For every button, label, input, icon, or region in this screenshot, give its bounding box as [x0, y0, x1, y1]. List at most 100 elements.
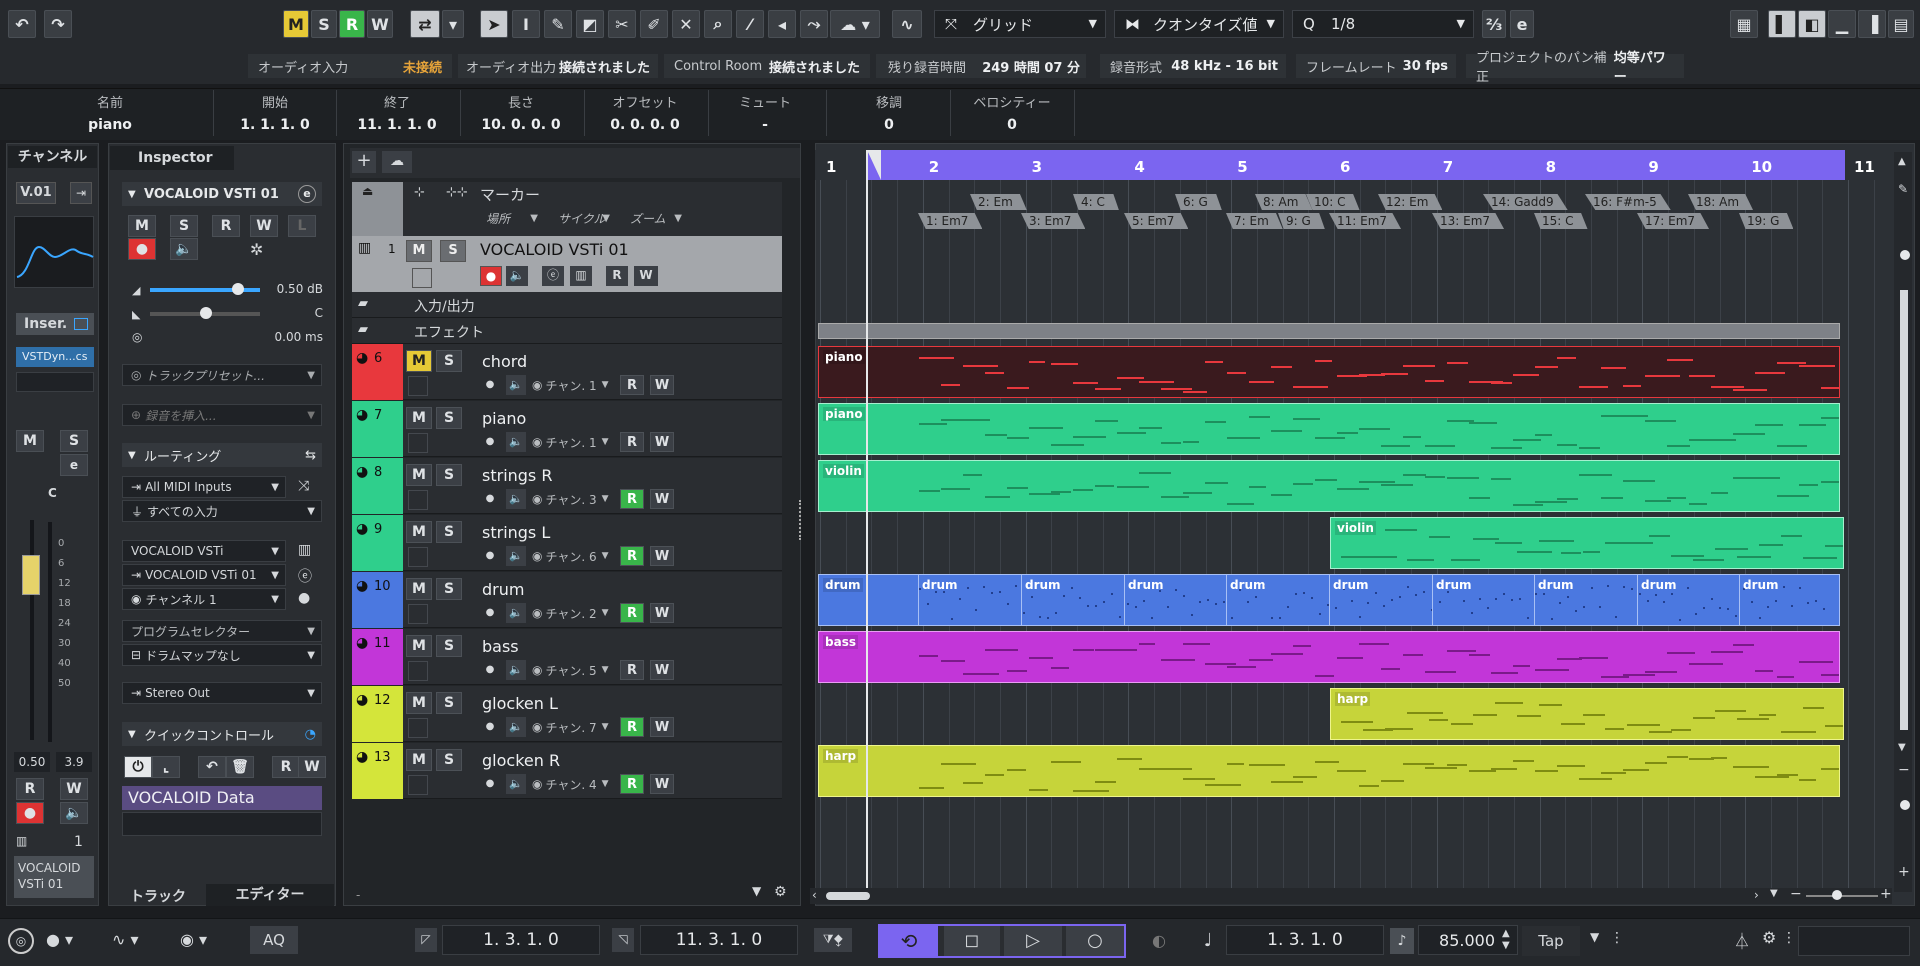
record-enable-icon[interactable]: ●: [480, 603, 500, 623]
vocaloid-lane-toggle[interactable]: [412, 268, 432, 288]
zoom-out-icon[interactable]: −: [1898, 762, 1910, 778]
track-name[interactable]: chord: [482, 352, 527, 371]
track-lane-toggle[interactable]: [408, 547, 428, 567]
track-row[interactable]: ◕ 13 M S glocken R ● 🔈 ◉ チャン. 4 ▼ R W: [352, 743, 782, 799]
chord-event[interactable]: 3: Em7: [1021, 213, 1086, 229]
freeze-icon[interactable]: ✲: [250, 240, 263, 259]
track-lane-toggle[interactable]: [408, 661, 428, 681]
metronome-icon[interactable]: ⏃: [1734, 928, 1750, 952]
track-lane-toggle[interactable]: [408, 433, 428, 453]
chord-event[interactable]: 18: Am: [1688, 194, 1754, 210]
quantize-type-select[interactable]: ⧓ クオンタイズ値 ▼: [1114, 10, 1284, 38]
channel-read-button[interactable]: R: [16, 778, 44, 800]
track-write-button[interactable]: W: [650, 432, 674, 452]
pencil-tool-icon[interactable]: ✎: [544, 10, 572, 38]
chevron-down-icon[interactable]: ▼: [1590, 930, 1599, 944]
mute-button[interactable]: M: [283, 10, 309, 38]
left-locator-icon[interactable]: ◸: [415, 928, 437, 952]
chord-event[interactable]: 6: G: [1175, 194, 1222, 210]
vocaloid-part[interactable]: [818, 323, 1840, 339]
pointer-tool-icon[interactable]: ➤: [480, 10, 508, 38]
inspector-lock-button[interactable]: L: [288, 215, 316, 237]
scroll-up-icon[interactable]: ▲: [1898, 156, 1906, 167]
inspector-monitor-icon[interactable]: 🔈: [170, 238, 198, 260]
quick-controls-header[interactable]: ▼ クイックコントロール ◔: [122, 722, 322, 746]
track-solo-button[interactable]: S: [436, 749, 462, 771]
drumstick-tool-icon[interactable]: ⤳: [800, 10, 828, 38]
midi-channel-select[interactable]: ◉ チャン. 4 ▼: [532, 774, 614, 794]
channel-edit-icon[interactable]: e: [60, 454, 88, 476]
qc-slot-empty[interactable]: [122, 812, 322, 836]
midi-channel-select[interactable]: ◉ チャン. 1 ▼: [532, 375, 614, 395]
lower-zone-icon[interactable]: ▁: [1828, 10, 1856, 38]
marker-add-icon[interactable]: ⊹: [414, 185, 425, 200]
row-zoom-knob[interactable]: [1900, 800, 1910, 810]
autoscroll-icon[interactable]: ⇄: [410, 10, 440, 38]
channel-fader[interactable]: [22, 555, 40, 595]
chord-event[interactable]: 13: Em7: [1432, 213, 1505, 229]
tempo-stepper-icon[interactable]: ▲ ▼: [1502, 928, 1510, 952]
info-name[interactable]: 名前 piano: [10, 92, 210, 133]
insert-bypass-icon[interactable]: [74, 318, 88, 330]
track-read-button[interactable]: R: [620, 660, 644, 680]
track-name[interactable]: strings L: [482, 523, 550, 542]
marker-place-select[interactable]: 場所 ▼: [478, 208, 544, 228]
track-write-button[interactable]: W: [650, 375, 674, 395]
monitor-icon[interactable]: 🔈: [60, 802, 88, 824]
scroll-left-icon[interactable]: ‹: [812, 888, 817, 902]
track-lane-toggle[interactable]: [408, 775, 428, 795]
track-mute-button[interactable]: M: [406, 521, 432, 543]
quantize-presets-icon[interactable]: e: [1510, 10, 1534, 38]
record-enable-icon[interactable]: ●: [480, 717, 500, 737]
midi-part[interactable]: harp: [818, 745, 1840, 797]
midi-part[interactable]: bass: [818, 631, 1840, 683]
piano-keys-icon[interactable]: ▥: [298, 542, 311, 558]
vocaloid-keys-icon[interactable]: ▥: [570, 266, 592, 286]
h-zoom-in-icon[interactable]: +: [1880, 886, 1892, 902]
cycle-icon[interactable]: ⟲: [880, 926, 938, 956]
play-tool-icon[interactable]: ◂: [768, 10, 796, 38]
tab-editor[interactable]: エディター: [206, 884, 334, 906]
chevron-down-icon[interactable]: ▼: [1770, 888, 1778, 899]
marker-zoom-select[interactable]: ズーム ▼: [622, 208, 688, 228]
punch-icon[interactable]: ⧩⧪: [814, 928, 852, 952]
zoom-in-icon[interactable]: +: [1898, 864, 1910, 880]
track-mute-button[interactable]: M: [406, 464, 432, 486]
track-presets-icon[interactable]: ☁: [382, 151, 412, 173]
midi-part[interactable]: harp: [1330, 688, 1844, 740]
volume-value[interactable]: 0.50 dB: [265, 282, 323, 296]
note-icon[interactable]: ♩: [1196, 928, 1220, 954]
inspector-write-button[interactable]: W: [250, 215, 278, 237]
track-name[interactable]: piano: [482, 409, 526, 428]
track-read-button[interactable]: R: [620, 774, 644, 794]
left-locator-display[interactable]: 1. 3. 1. 0: [442, 925, 600, 955]
chord-event[interactable]: 12: Em: [1378, 194, 1443, 210]
output-select[interactable]: ⇥ Stereo Out ▼: [122, 682, 322, 704]
scissors-tool-icon[interactable]: ✂: [608, 10, 636, 38]
record-enable-icon[interactable]: ●: [480, 546, 500, 566]
info-offset[interactable]: オフセット 0. 0. 0. 0: [586, 92, 704, 133]
channel-mute-button[interactable]: M: [16, 430, 44, 452]
horizontal-scrollbar[interactable]: [826, 892, 870, 900]
write-button[interactable]: W: [367, 10, 393, 38]
info-length[interactable]: 長さ 10. 0. 0. 0: [462, 92, 580, 133]
track-read-button[interactable]: R: [620, 546, 644, 566]
undo-icon[interactable]: ↶: [8, 10, 36, 38]
eq-curve-display[interactable]: [14, 216, 94, 288]
more-icon[interactable]: ⋮: [1610, 930, 1624, 946]
sync-display[interactable]: [1798, 926, 1910, 956]
audio-mode-icon[interactable]: ∿ ▾: [112, 930, 139, 949]
chord-event[interactable]: 7: Em: [1226, 213, 1283, 229]
volume-slider-knob[interactable]: [232, 283, 244, 295]
info-start[interactable]: 開始 1. 1. 1. 0: [216, 92, 334, 133]
midi-channel-select[interactable]: ◉ チャン. 5 ▼: [532, 660, 614, 680]
midi-input-select[interactable]: ⇥ All MIDI Inputs ▼: [122, 476, 286, 498]
vocaloid-track-name[interactable]: VOCALOID VSTi 01: [480, 240, 629, 259]
monitor-icon[interactable]: 🔈: [506, 489, 526, 509]
track-mute-button[interactable]: M: [406, 350, 432, 372]
track-mute-button[interactable]: M: [406, 692, 432, 714]
monitor-icon[interactable]: 🔈: [506, 603, 526, 623]
track-name[interactable]: glocken R: [482, 751, 560, 770]
pan-value[interactable]: C: [265, 306, 323, 320]
add-track-icon[interactable]: +: [352, 151, 376, 173]
